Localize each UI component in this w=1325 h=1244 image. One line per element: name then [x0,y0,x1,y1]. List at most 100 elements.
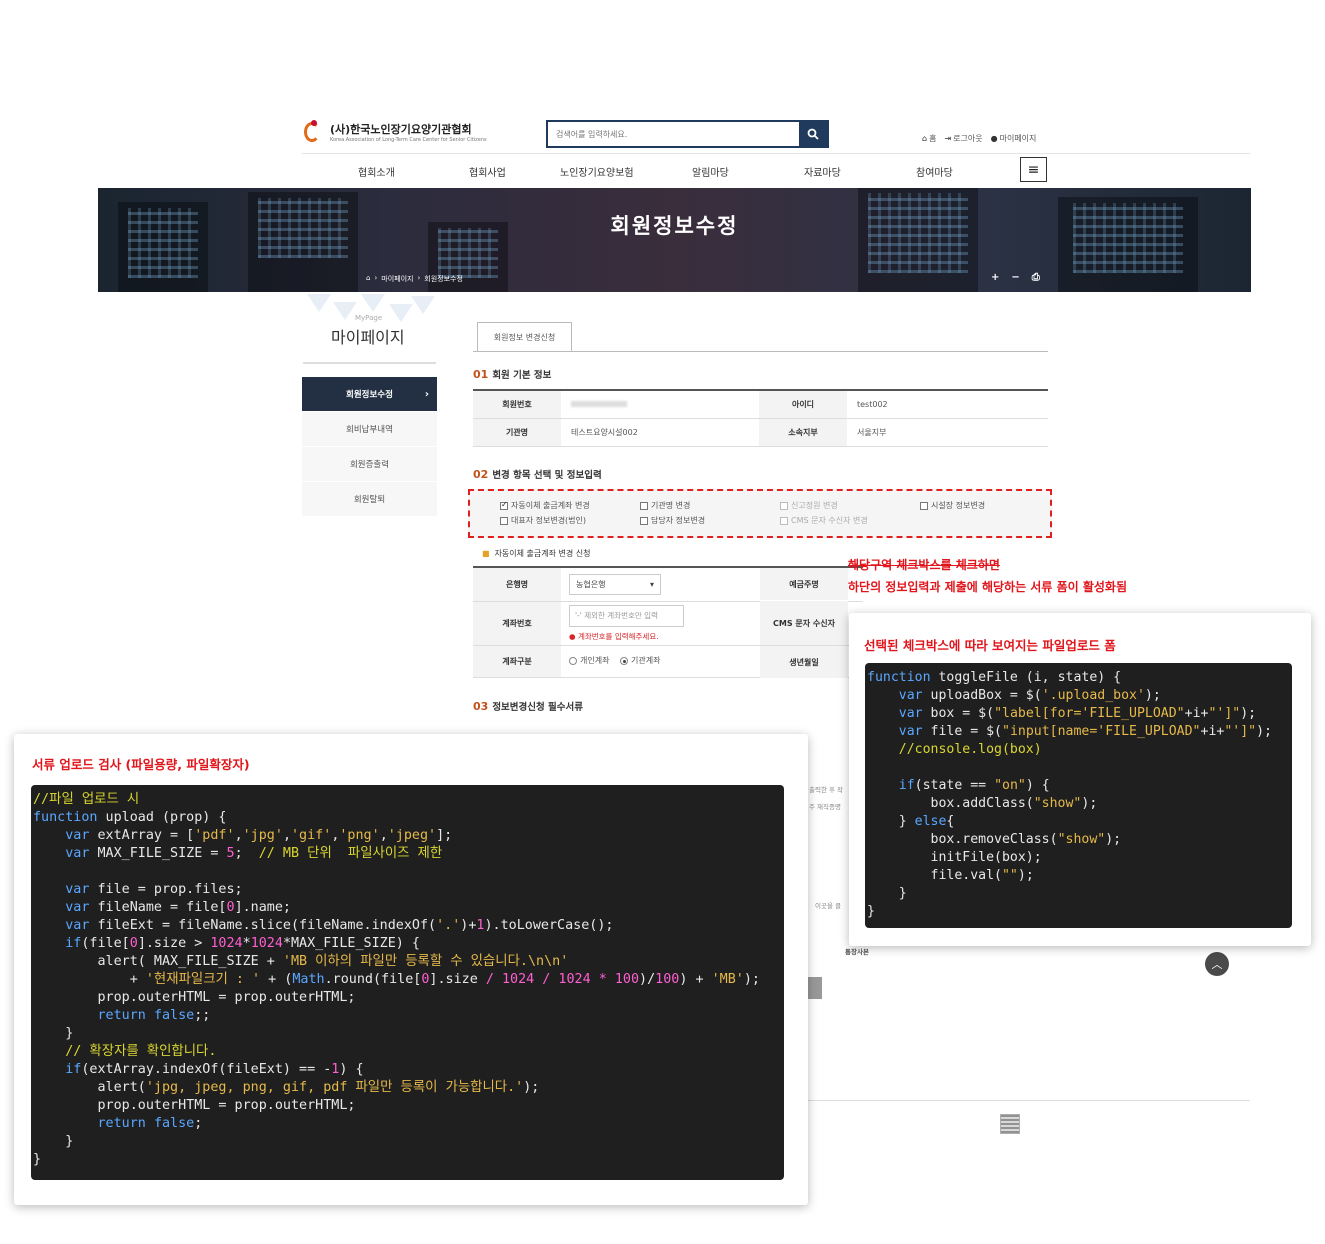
code-line: } [33,1134,74,1149]
sidebar-item-fees[interactable]: 회비납부내역 [302,412,437,447]
nav-item-resources[interactable]: 자료마당 [804,164,841,179]
search-button[interactable] [799,122,827,146]
section-heading: 02 변경 항목 선택 및 정보입력 [473,468,602,481]
home-icon: ⌂ [922,134,928,143]
code-line: prop.outerHTML = prop.outerHTML; [33,990,356,1005]
utility-links: ⌂ 홈 ⇥ 로그아웃 ● 마이페이지 [922,133,1036,144]
chevron-up-icon: ︿ [1211,958,1223,971]
code-line: initFile(box); [867,850,1042,865]
home-link[interactable]: ⌂ 홈 [922,133,936,144]
hamburger-icon: ≡ [1027,161,1040,178]
bank-select[interactable]: 농협은행 ▾ [569,573,661,595]
nav-item-about[interactable]: 협회소개 [358,164,395,179]
code-panel-right: 선택된 체크박스에 따라 보여지는 파일업로드 폼 function toggl… [849,613,1311,946]
nav-item-business[interactable]: 협회사업 [469,164,506,179]
nav-item-participate[interactable]: 참여마당 [916,164,953,179]
page-title: 회원정보수정 [610,214,739,238]
site-logo[interactable]: (사)한국노인장기요양기관협회 Korea Association of Lon… [302,120,487,144]
sidebar-item-card[interactable]: 회원증출력 [302,447,437,482]
zoom-in-button[interactable]: + [991,272,999,283]
code-line: } [33,1152,42,1167]
side-title: 마이페이지 [331,328,405,347]
table-header: 은행명 [473,567,561,602]
home-icon[interactable]: ⌂ [366,274,370,284]
table-header: 계좌구분 [473,645,561,678]
code-line: alert('jpg, jpeg, png, gif, pdf 파일만 등록이 … [33,1080,540,1095]
code-block: //파일 업로드 시 function upload (prop) { var e… [31,785,784,1180]
code-line: } else{ [867,814,955,829]
side-subtitle: MyPage [355,314,383,322]
peek-text: 이곳을 클 [815,902,841,910]
section-heading: 01 회원 기본 정보 [473,368,552,381]
code-line: + '현재파일크기 : ' + (Math.round(file[0].size… [33,972,760,987]
breadcrumb: ⌂ › 마이페이지 › 회원정보수정 [366,274,463,284]
subsection-title: ■ 자동이체 출금계좌 변경 신청 [482,549,591,558]
breadcrumb-item[interactable]: 마이페이지 [381,274,413,284]
scroll-top-button[interactable]: ︿ [1205,952,1229,976]
footer-divider [808,1100,1250,1101]
search-icon [807,128,819,140]
radio-org[interactable]: 기관계좌 [620,655,660,666]
bullet-icon: ■ [482,549,490,558]
table-header: 계좌번호 [473,601,561,646]
code-line: } [33,1026,74,1041]
table-header: 기관명 [473,418,561,447]
peek-text: 출력한 후 작 [809,786,844,794]
table-header: 회원번호 [473,390,561,419]
code-line: prop.outerHTML = prop.outerHTML; [33,1098,356,1113]
code-line: var MAX_FILE_SIZE = 5; // MB 단위 파일사이즈 제한 [65,846,443,861]
mypage-link[interactable]: ● 마이페이지 [991,133,1037,144]
radio-personal[interactable]: 개인계좌 [569,655,609,666]
code-line: var uploadBox = $('.upload_box'); [898,688,1161,703]
table-header: 예금주명 [760,568,848,600]
code-line: if(state == "on") { [898,778,1050,793]
tab-change-request[interactable]: 회원정보 변경신청 [477,322,572,352]
sidebar-item-edit-info[interactable]: 회원정보수정 › [302,377,437,412]
code-line: box.addClass("show"); [867,796,1098,811]
section-heading: 03 정보변경신청 필수서류 [473,700,584,713]
peek-text: 통장사본 [845,948,869,956]
annotation-line1: 해당구역 체크박스를 체크하면 [848,558,1000,572]
sidebar-item-withdraw[interactable]: 회원탈퇴 [302,482,437,517]
logo-title: (사)한국노인장기요양기관협회 [330,123,472,136]
table-header: 아이디 [759,390,847,419]
checkbox-representative[interactable]: 대표자 정보변경(법인) [500,515,586,526]
qr-code-icon [1000,1114,1020,1134]
account-input[interactable]: '-' 제외한 계좌번호만 입력 [569,604,684,627]
code-line: } [867,904,875,919]
code-line: //console.log(box) [898,742,1042,757]
code-line: var file = $("input[name='FILE_UPLOAD"+i… [898,724,1272,739]
nav-item-insurance[interactable]: 노인장기요양보험 [560,164,634,179]
checkbox-director[interactable]: 시설장 정보변경 [920,500,985,511]
panel-title: 서류 업로드 검사 (파일용량, 파일확장자) [32,757,250,772]
menu-button[interactable]: ≡ [1020,157,1047,182]
table-header: 생년월일 [760,646,848,678]
user-icon: ● [990,134,998,143]
code-line: box.removeClass("show"); [867,832,1122,847]
member-no-value [561,390,759,419]
code-panel-left: 서류 업로드 검사 (파일용량, 파일확장자) //파일 업로드 시 functi… [14,734,808,1205]
member-info-table: 회원번호 아이디 test002 기관명 테스트요양시설002 소속지부 서울지… [473,389,1048,447]
print-button[interactable]: ⎙ [1032,272,1040,283]
checkbox-org-name[interactable]: 기관명 변경 [640,500,690,511]
search-bar [546,120,829,148]
page-banner: 회원정보수정 ⌂ › 마이페이지 › 회원정보수정 + − ⎙ [98,188,1251,292]
caret-down-icon: ▾ [649,579,654,589]
search-input[interactable] [548,122,799,146]
checkbox-auto-transfer[interactable]: 자동이체 출금계좌 변경 [500,500,590,511]
code-line: return false;; [97,1008,211,1023]
breadcrumb-item[interactable]: 회원정보수정 [424,274,463,284]
code-line: function toggleFile (i, state) { [867,670,1122,685]
logout-icon: ⇥ [944,134,952,143]
code-line: if(file[0].size > 1024*1024*MAX_FILE_SIZ… [65,936,420,951]
logout-link[interactable]: ⇥ 로그아웃 [944,133,982,144]
chevron-right-icon: › [424,388,429,400]
code-line: var extArray = ['pdf','jpg','gif','png',… [65,828,453,843]
zoom-out-button[interactable]: − [1011,272,1019,283]
code-line: var file = prop.files; [65,882,243,897]
nav-item-notice[interactable]: 알림마당 [692,164,729,179]
checkbox-manager[interactable]: 담당자 정보변경 [640,515,705,526]
code-line: //파일 업로드 시 [33,792,140,807]
main-nav: 협회소개 협회사업 노인장기요양보험 알림마당 자료마당 참여마당 ≡ [302,157,1062,182]
checkbox-capacity: 신고정원 변경 [780,500,838,511]
